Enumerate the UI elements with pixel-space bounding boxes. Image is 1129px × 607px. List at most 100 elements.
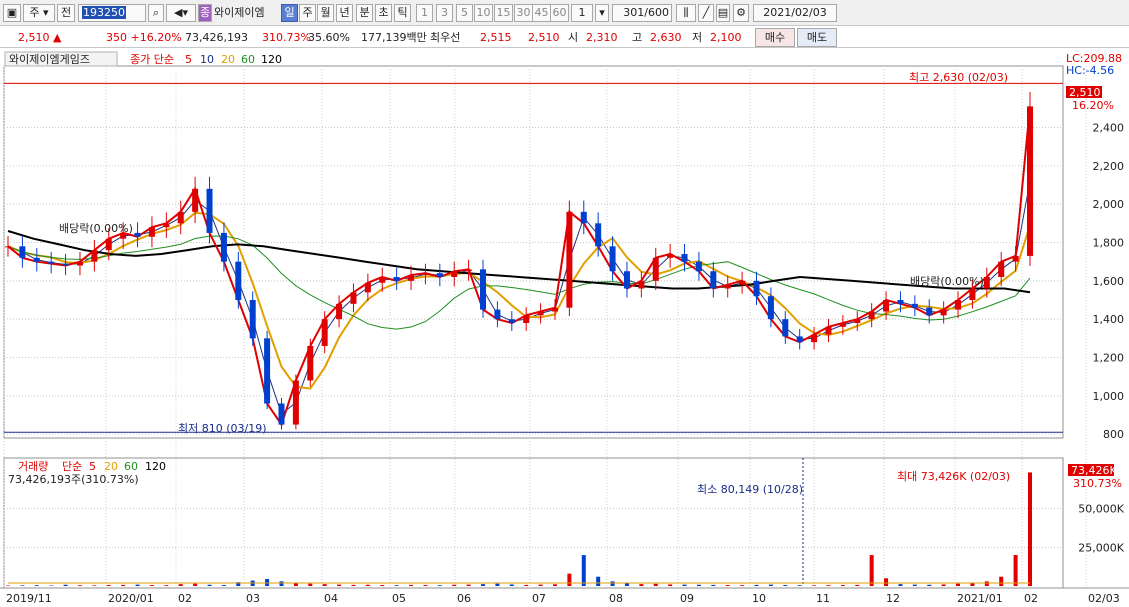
volume-bar (812, 585, 817, 586)
volume-bar (754, 584, 759, 586)
stock-chart[interactable]: 800 1,000 1,200 1,400 1,600 1,800 2,000 2,200 2,… (0, 48, 1129, 607)
volume-bar (495, 583, 500, 586)
time-tick-label: 02 (1024, 592, 1038, 605)
candle-body (667, 254, 674, 258)
time-tick-label: 2019/11 (6, 592, 52, 605)
interval-tab-45[interactable]: 45 (532, 4, 551, 22)
high-price: 2,630 (650, 31, 682, 44)
candle-body (753, 280, 760, 297)
price-tick-label: 1,800 (1093, 237, 1125, 250)
interval-tab-1[interactable]: 1 (416, 4, 433, 22)
vol-max-annotation: 최대 73,426K (02/03) (897, 470, 1010, 483)
candle-body (105, 238, 112, 251)
price-tick-label: 1,400 (1093, 313, 1125, 326)
candle-body (638, 280, 645, 289)
interval-tab-5[interactable]: 5 (456, 4, 473, 22)
candle-body (307, 346, 314, 381)
candle-body (652, 257, 659, 281)
candle-body (911, 303, 918, 308)
unit-dropdown-icon[interactable]: ▾ (595, 4, 609, 22)
speaker-icon[interactable]: ◀▾ (166, 4, 196, 22)
time-tick-label: 07 (532, 592, 546, 605)
candle-body (5, 246, 11, 248)
date-input[interactable]: 2021/02/03 (753, 4, 837, 22)
volume-bar (696, 584, 701, 586)
period-tab-2[interactable]: 월 (317, 4, 334, 22)
high-annotation: 최고 2,630 (02/03) (909, 71, 1008, 84)
time-tick-label: 06 (457, 592, 471, 605)
stock-code-input[interactable]: 193250 (78, 4, 146, 22)
period-tab-0[interactable]: 일 (281, 4, 298, 22)
time-tick-label: 11 (816, 592, 830, 605)
candle-icon[interactable]: ⫼ (676, 4, 696, 22)
volume-bar (941, 584, 946, 586)
volume-bar (149, 585, 154, 586)
line-tool-icon[interactable]: ╱ (698, 4, 714, 22)
volume-bar (869, 555, 874, 586)
low-label: 저 (692, 31, 703, 44)
candle-body (134, 232, 141, 237)
volume-bar (394, 585, 399, 586)
time-tick-label: 09 (680, 592, 694, 605)
legend-ma60: 60 (241, 53, 255, 66)
period-tab-6[interactable]: 틱 (394, 4, 411, 22)
period-tab-1[interactable]: 주 (299, 4, 316, 22)
volume-bar (178, 584, 183, 586)
save-icon[interactable]: ▤ (716, 4, 730, 22)
interval-tab-3[interactable]: 3 (436, 4, 453, 22)
dividend-annotation-2: 배당락(0.00%) (910, 275, 984, 288)
candle-body (336, 303, 343, 320)
search-icon[interactable]: ⌕ (148, 4, 164, 22)
dividend-annotation-1: 배당락(0.00%) (59, 222, 133, 235)
volume-bar (682, 584, 687, 586)
kind-button[interactable]: 전 (57, 4, 75, 22)
candle-body (609, 246, 616, 272)
open-label: 시 (568, 31, 579, 44)
candle-body (710, 271, 717, 289)
price-tick-label: 1,200 (1093, 352, 1125, 365)
candle-body (825, 326, 832, 335)
candle-body (321, 319, 328, 346)
price-tick-label: 1,600 (1093, 275, 1125, 288)
buy-button[interactable]: 매수 (755, 28, 795, 47)
volume-bar (481, 584, 486, 586)
open-price: 2,310 (586, 31, 618, 44)
volume-bar (668, 584, 673, 586)
volume-tick-label: 50,000K (1078, 503, 1124, 516)
sell-button[interactable]: 매도 (797, 28, 837, 47)
last-rate-label: 16.20% (1072, 99, 1114, 112)
volume-bar (826, 585, 831, 586)
high-label: 고 (632, 31, 643, 44)
stock-badge: 종 (198, 4, 212, 22)
volume-bar (77, 585, 82, 586)
volume-bar (956, 583, 961, 586)
candle-body (739, 280, 746, 285)
legend-stock-name: 와이제이엠게임즈 (9, 53, 90, 66)
volume-bar (308, 583, 313, 586)
interval-tab-10[interactable]: 10 (474, 4, 493, 22)
candle-body (681, 254, 688, 262)
legend-ma10: 10 (200, 53, 214, 66)
candle-body (983, 277, 990, 289)
count-input[interactable]: 301/600 (612, 4, 672, 22)
interval-tab-60[interactable]: 60 (550, 4, 569, 22)
candle-body (278, 403, 285, 425)
interval-tab-30[interactable]: 30 (514, 4, 533, 22)
period-tab-3[interactable]: 년 (336, 4, 353, 22)
period-tab-4[interactable]: 분 (356, 4, 373, 22)
change-rate: +16.20% (130, 31, 182, 44)
stock-name: 와이제이엠 (214, 6, 265, 19)
candle-body (48, 261, 55, 264)
candle-body (537, 311, 544, 316)
period-tab-5[interactable]: 초 (375, 4, 392, 22)
volume-bar (466, 584, 471, 586)
candle-body (393, 277, 400, 281)
price-value: 2,510 (18, 31, 50, 44)
interval-tab-15[interactable]: 15 (494, 4, 513, 22)
unit-input[interactable]: 1 (571, 4, 593, 22)
volume-bar (999, 576, 1004, 586)
volume-bar (624, 583, 629, 586)
market-select[interactable]: 주 ▾ (23, 4, 55, 22)
settings-icon[interactable]: ⚙ (733, 4, 749, 22)
window-menu-icon[interactable]: ▣ (3, 4, 21, 22)
